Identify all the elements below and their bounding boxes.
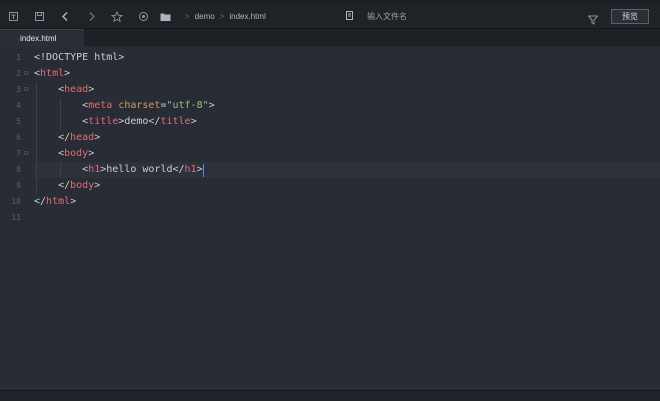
- code-token: meta: [88, 100, 113, 111]
- code-token: title: [160, 116, 191, 127]
- line-number: 1: [16, 53, 21, 62]
- back-icon[interactable]: [52, 5, 78, 28]
- code-token: body: [70, 180, 95, 191]
- code-token: >: [94, 180, 101, 191]
- code-line[interactable]: <body>: [58, 146, 94, 162]
- target-icon[interactable]: [130, 5, 156, 28]
- preview-button[interactable]: 预览: [611, 9, 649, 24]
- file-search-input[interactable]: 输入文件名: [367, 11, 407, 22]
- line-number: 3: [16, 85, 21, 94]
- status-bar: [0, 390, 660, 401]
- code-token: >: [208, 100, 215, 111]
- code-token: title: [88, 116, 119, 127]
- code-token: html: [40, 68, 65, 79]
- fold-toggle-icon[interactable]: ⊟: [24, 82, 29, 98]
- code-line[interactable]: </body>: [58, 178, 100, 194]
- code-token: >: [94, 132, 101, 143]
- code-line[interactable]: </head>: [58, 130, 100, 146]
- code-token: </: [34, 196, 47, 207]
- breadcrumb-folder[interactable]: demo: [195, 12, 215, 21]
- code-line[interactable]: <meta charset="utf-8">: [82, 98, 215, 114]
- breadcrumb: > demo > index.html: [180, 12, 266, 21]
- indent-guide: [60, 162, 62, 178]
- fold-toggle-icon[interactable]: ⊟: [24, 66, 29, 82]
- line-number: 6: [16, 133, 21, 142]
- save-icon[interactable]: [26, 5, 52, 28]
- code-line[interactable]: <!DOCTYPE html>: [34, 50, 124, 66]
- line-number: 10: [11, 197, 21, 206]
- line-number: 7: [16, 149, 21, 158]
- line-number: 2: [16, 69, 21, 78]
- code-line[interactable]: </html>: [34, 194, 76, 210]
- code-line[interactable]: <h1>hello world</h1>: [82, 162, 202, 178]
- forward-icon[interactable]: [78, 5, 104, 28]
- line-number: 11: [11, 213, 21, 222]
- code-token: >hello world</: [100, 164, 185, 175]
- code-token: <!DOCTYPE html>: [34, 52, 125, 63]
- breadcrumb-separator: >: [219, 12, 225, 21]
- filter-icon[interactable]: [587, 10, 599, 29]
- code-editor[interactable]: 1 <!DOCTYPE html> 2 ⊟ <html> 3 ⊟ <head> 4 <meta c…: [0, 46, 660, 390]
- code-token: html: [46, 196, 71, 207]
- star-icon[interactable]: [104, 5, 130, 28]
- line-number: 5: [16, 117, 21, 126]
- line-number: 9: [16, 181, 21, 190]
- file-search-icon: [346, 10, 355, 23]
- code-line[interactable]: <title>demo</title>: [82, 114, 196, 130]
- text-cursor: [202, 164, 204, 177]
- indent-guide: [60, 98, 62, 130]
- code-token: >: [70, 196, 77, 207]
- fold-toggle-icon[interactable]: ⊟: [24, 146, 29, 162]
- code-token: h1: [88, 164, 101, 175]
- indent-guide: [36, 82, 37, 194]
- code-token: head: [64, 84, 89, 95]
- code-token: "utf-8": [166, 100, 209, 111]
- line-number: 4: [16, 101, 21, 110]
- line-number: 8: [16, 165, 21, 174]
- code-token: h1: [184, 164, 197, 175]
- code-token: >: [190, 116, 197, 127]
- breadcrumb-separator: >: [185, 12, 190, 21]
- code-line[interactable]: <head>: [58, 82, 94, 98]
- tab-bar: index.html: [0, 29, 660, 46]
- file-search[interactable]: 输入文件名: [346, 5, 407, 28]
- code-token: >: [88, 148, 95, 159]
- code-token: >: [88, 84, 95, 95]
- code-token: charset: [118, 100, 161, 111]
- toolbar: > demo > index.html: [0, 5, 660, 29]
- code-token: >: [64, 68, 71, 79]
- code-token: body: [64, 148, 89, 159]
- tab-index-html[interactable]: index.html: [0, 29, 84, 46]
- code-token: </: [58, 180, 71, 191]
- code-token: head: [70, 132, 95, 143]
- folder-icon[interactable]: [156, 5, 174, 28]
- new-file-icon[interactable]: [0, 5, 26, 28]
- code-line[interactable]: <html>: [34, 66, 70, 82]
- code-token: </: [58, 132, 71, 143]
- code-token: >demo</: [118, 116, 161, 127]
- breadcrumb-file[interactable]: index.html: [229, 12, 265, 21]
